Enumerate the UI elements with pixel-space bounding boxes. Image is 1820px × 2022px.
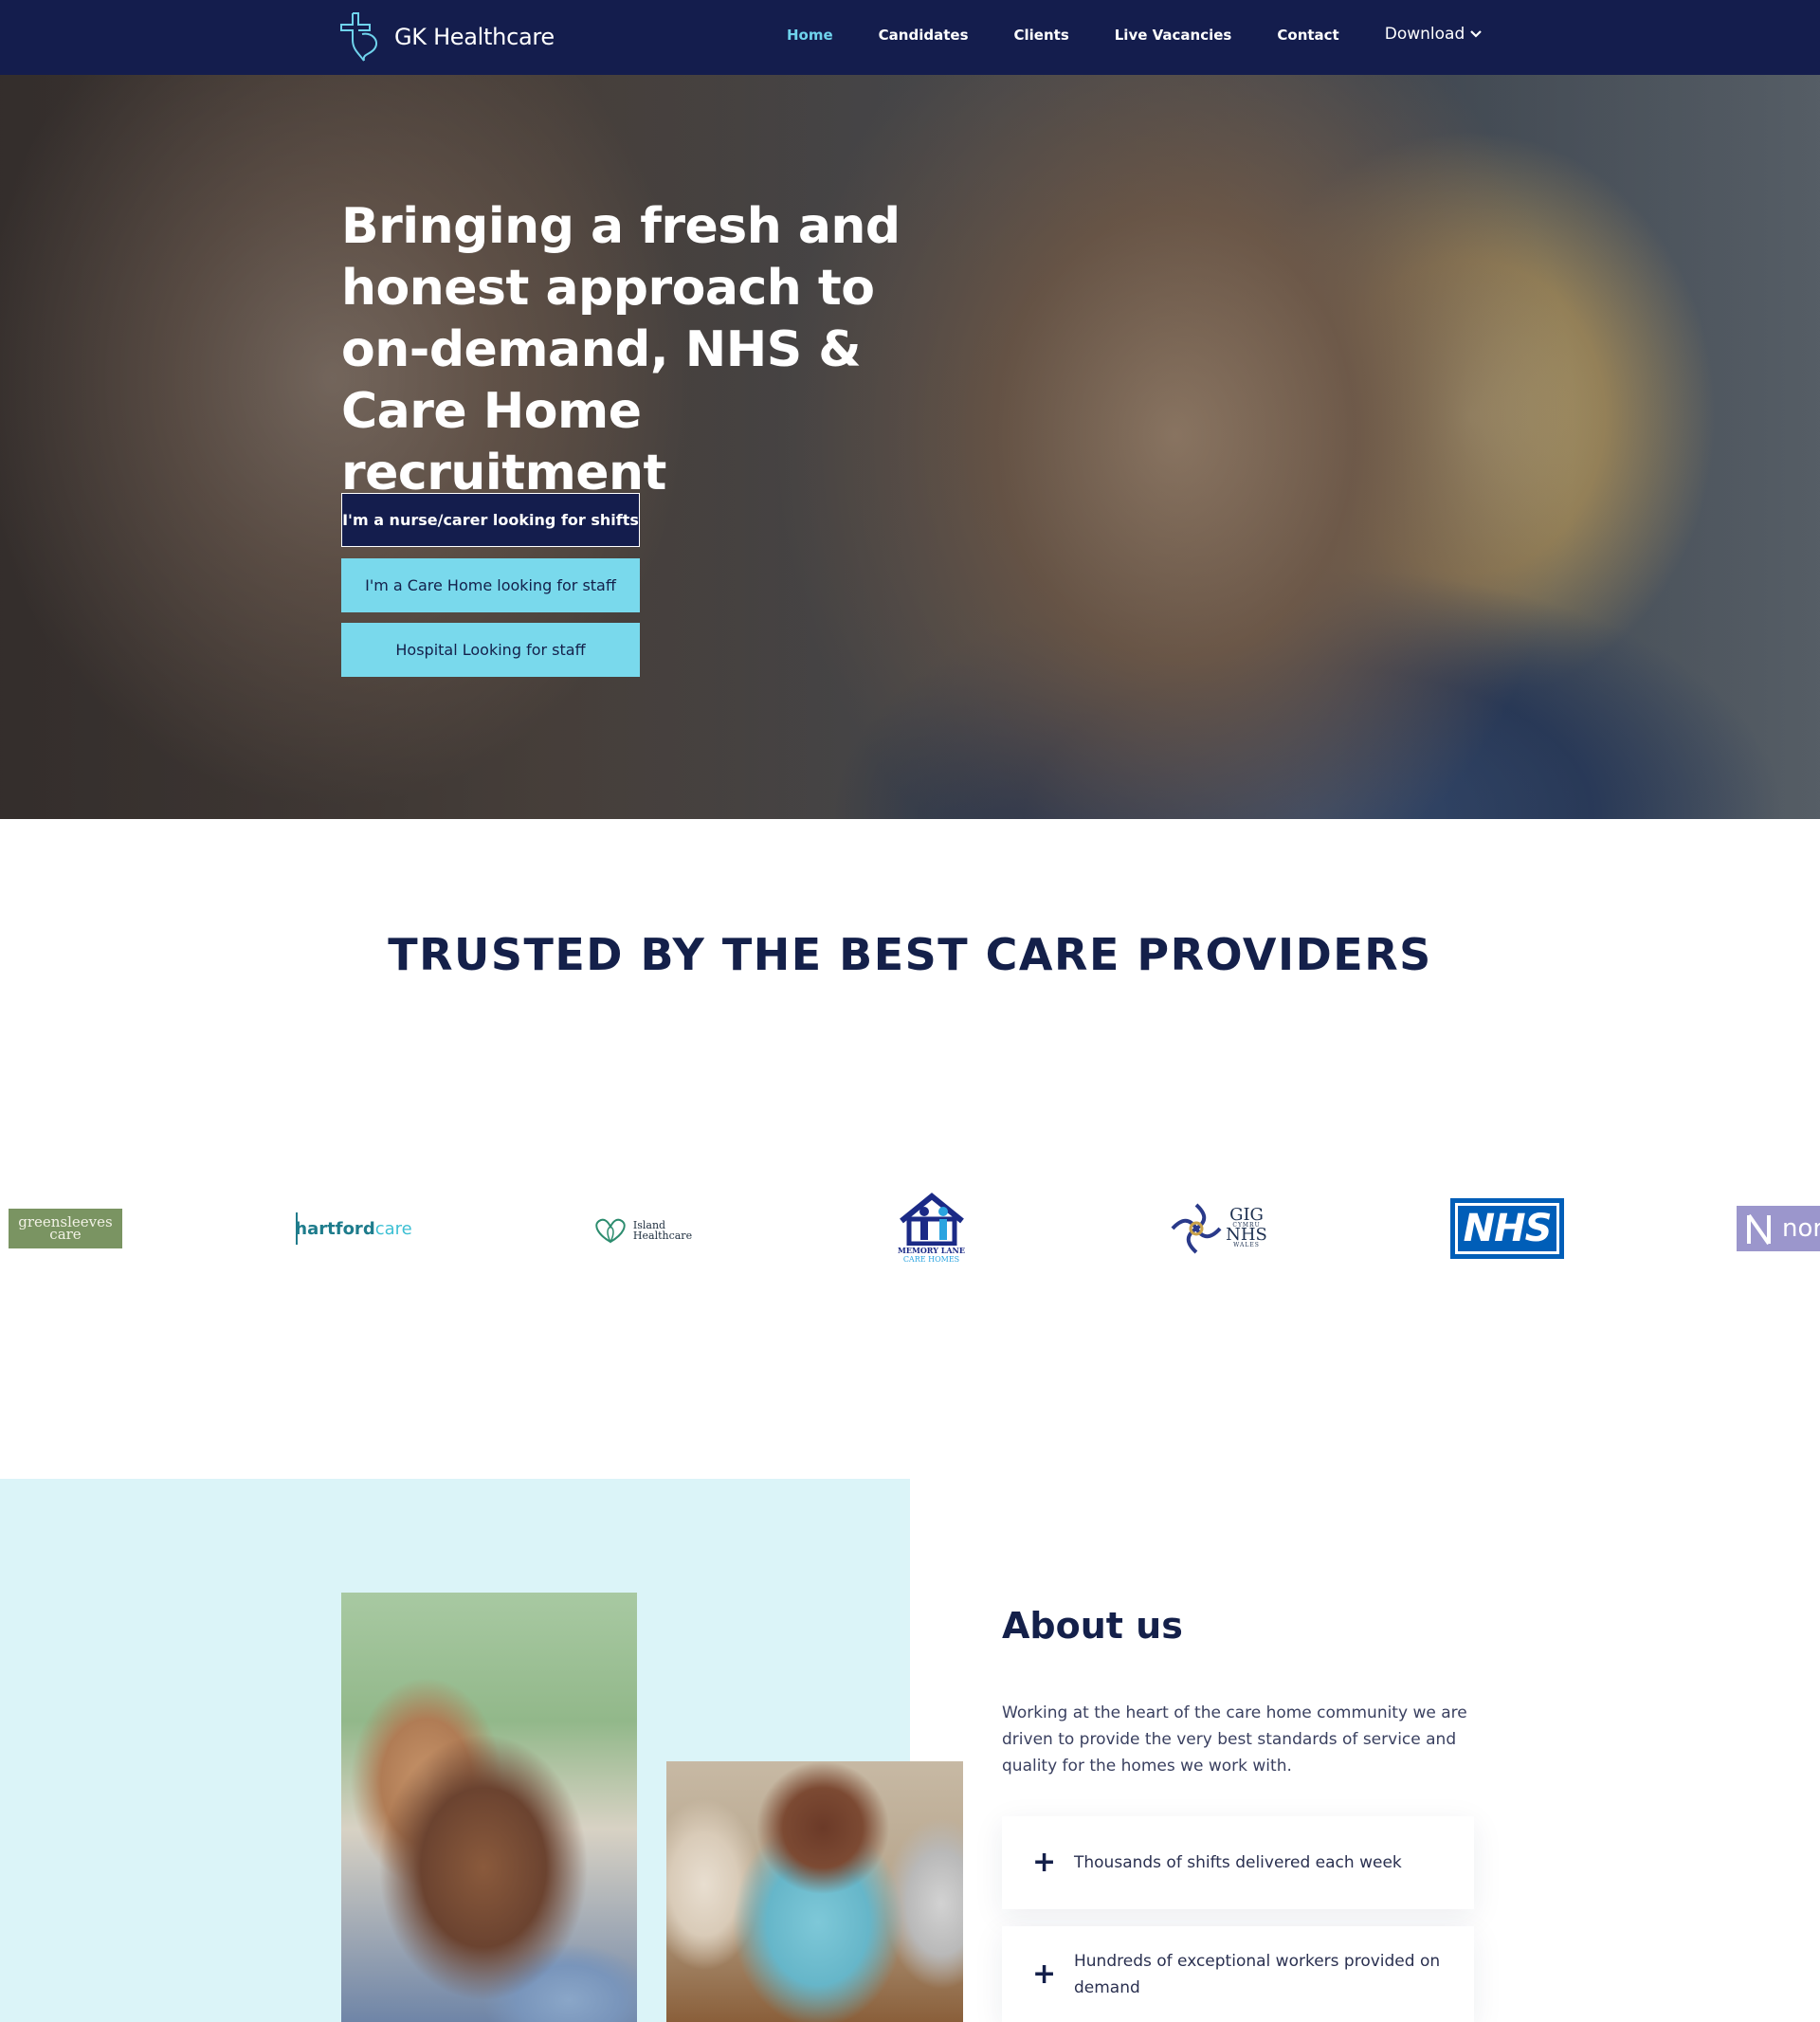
hartford-care-logo: hartford care bbox=[295, 1212, 412, 1245]
island-healthcare-logo: Island Healthcare bbox=[590, 1211, 694, 1249]
hospital-button[interactable]: Hospital Looking for staff bbox=[341, 623, 640, 677]
brand-name: GK Healthcare bbox=[394, 24, 555, 50]
nav-item-candidates[interactable]: Candidates bbox=[879, 27, 969, 44]
care-home-button[interactable]: I'm a Care Home looking for staff bbox=[341, 558, 640, 612]
nav-item-live-vacancies[interactable]: Live Vacancies bbox=[1115, 27, 1232, 44]
nor-logo: nor bbox=[1737, 1206, 1820, 1251]
carer-with-resident-photo bbox=[341, 1593, 637, 2022]
hero-section: Bringing a fresh and honest approach to … bbox=[0, 75, 1820, 819]
house-family-icon bbox=[899, 1193, 964, 1246]
nurse-carer-button[interactable]: I'm a nurse/carer looking for shifts bbox=[341, 493, 640, 547]
feature-workers[interactable]: + Hundreds of exceptional workers provid… bbox=[1002, 1926, 1474, 2022]
about-text: Working at the heart of the care home co… bbox=[1002, 1703, 1467, 1776]
feature-shifts[interactable]: + Thousands of shifts delivered each wee… bbox=[1002, 1816, 1474, 1909]
mealtime-care-photo bbox=[666, 1761, 963, 2022]
nor-logo-text: nor bbox=[1782, 1214, 1820, 1243]
memory-lane-line1: MEMORY LANE bbox=[898, 1246, 965, 1255]
main-menu: Home Candidates Clients Live Vacancies C… bbox=[787, 25, 1527, 44]
gig-logo-line3: NHS bbox=[1226, 1225, 1267, 1245]
trusted-heading: TRUSTED BY THE BEST CARE PROVIDERS bbox=[388, 929, 1432, 980]
gig-nhs-wales-logo: GIG CYMRU NHS WALES bbox=[1166, 1199, 1270, 1258]
leaf-heart-icon bbox=[595, 1218, 626, 1244]
memory-lane-line2: CARE HOMES bbox=[902, 1255, 960, 1264]
brand-logo[interactable]: GK Healthcare bbox=[339, 11, 555, 63]
chevron-down-icon bbox=[1470, 30, 1483, 38]
caduceus-cross-icon bbox=[340, 12, 377, 62]
island-logo-text: Island Healthcare bbox=[633, 1220, 692, 1241]
celtic-knot-icon bbox=[1171, 1203, 1222, 1254]
nav-item-download[interactable]: Download bbox=[1385, 25, 1483, 44]
hero-title: Bringing a fresh and honest approach to … bbox=[341, 198, 901, 501]
nhs-logo-text: NHS bbox=[1454, 1203, 1560, 1254]
gig-logo-line1: GIG bbox=[1229, 1205, 1264, 1225]
gig-logo-line4: WALES bbox=[1233, 1242, 1260, 1248]
greensleeves-logo: greensleeves care bbox=[9, 1209, 122, 1248]
greensleeves-logo-line2: care bbox=[49, 1226, 82, 1243]
nhs-logo: NHS bbox=[1450, 1198, 1564, 1259]
top-navigation: GK Healthcare Home Candidates Clients Li… bbox=[0, 0, 1820, 75]
nor-monogram-icon bbox=[1747, 1213, 1771, 1246]
memory-lane-logo: MEMORY LANE CARE HOMES bbox=[891, 1188, 972, 1268]
feature-workers-text: Hundreds of exceptional workers provided… bbox=[1074, 1951, 1441, 1997]
plus-icon: + bbox=[1032, 1957, 1057, 1991]
gig-logo-text: GIG CYMRU NHS WALES bbox=[1226, 1205, 1267, 1249]
nav-item-home[interactable]: Home bbox=[787, 27, 833, 44]
nav-item-clients[interactable]: Clients bbox=[1014, 27, 1069, 44]
hartford-logo-care: care bbox=[374, 1218, 412, 1239]
plus-icon: + bbox=[1032, 1846, 1057, 1879]
download-label: Download bbox=[1384, 25, 1465, 44]
feature-shifts-text: Thousands of shifts delivered each week bbox=[1074, 1853, 1402, 1872]
island-logo-line2: Healthcare bbox=[632, 1230, 693, 1242]
nav-item-contact[interactable]: Contact bbox=[1277, 27, 1338, 44]
about-title: About us bbox=[1002, 1605, 1183, 1647]
hartford-logo-word: hartford bbox=[295, 1218, 375, 1239]
